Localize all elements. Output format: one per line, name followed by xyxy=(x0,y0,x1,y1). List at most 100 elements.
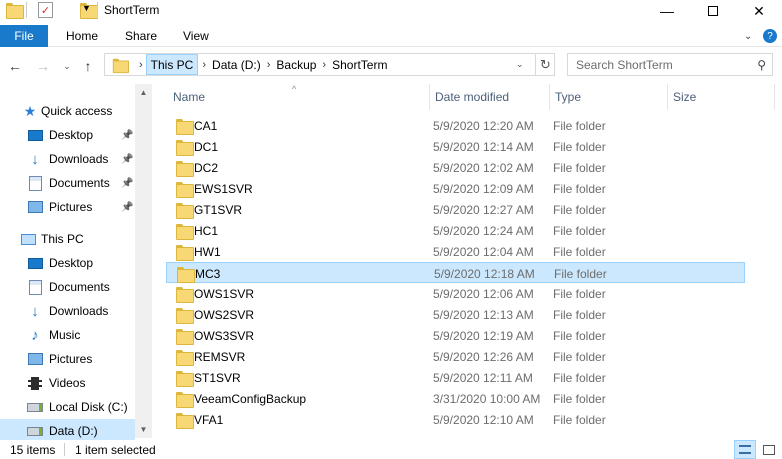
back-button[interactable]: ← xyxy=(6,57,24,75)
file-row[interactable]: HC1 5/9/2020 12:24 AM File folder xyxy=(166,220,745,241)
chevron-right-icon[interactable]: › xyxy=(263,59,275,71)
column-header-size[interactable]: Size xyxy=(667,84,774,110)
sidebar-this-pc[interactable]: This PC xyxy=(0,227,135,251)
breadcrumb-shortterm[interactable]: ShortTerm xyxy=(330,54,389,75)
file-row[interactable]: DC1 5/9/2020 12:14 AM File folder xyxy=(166,136,745,157)
file-type: File folder xyxy=(553,202,606,217)
file-date-modified: 5/9/2020 12:19 AM xyxy=(433,328,534,343)
large-icons-view-icon xyxy=(763,444,775,455)
file-row[interactable]: OWS1SVR 5/9/2020 12:06 AM File folder xyxy=(166,283,745,304)
sidebar-item-pictures[interactable]: Pictures xyxy=(0,347,135,371)
column-header-date[interactable]: Date modified xyxy=(429,84,549,110)
file-name: ST1SVR xyxy=(194,370,241,385)
pin-icon[interactable]: 📌 xyxy=(121,154,133,165)
sidebar-item-videos[interactable]: Videos xyxy=(0,371,135,395)
sidebar-scrollbar[interactable]: ▲ ▼ xyxy=(135,84,152,438)
minimize-button[interactable]: — xyxy=(644,0,690,22)
pictures-icon xyxy=(26,199,44,215)
desktop-icon xyxy=(26,255,44,271)
file-date-modified: 5/9/2020 12:26 AM xyxy=(433,349,534,364)
close-button[interactable]: ✕ xyxy=(736,0,782,22)
file-row[interactable]: REMSVR 5/9/2020 12:26 AM File folder xyxy=(166,346,745,367)
breadcrumb-data-drive[interactable]: Data (D:) xyxy=(210,54,263,75)
file-row[interactable]: CA1 5/9/2020 12:20 AM File folder xyxy=(166,115,745,136)
sidebar-label: Desktop xyxy=(49,128,94,142)
scroll-down-icon[interactable]: ▼ xyxy=(135,421,152,438)
details-view-icon xyxy=(739,445,751,454)
sidebar-item-music[interactable]: ♪ Music xyxy=(0,323,135,347)
forward-button[interactable]: → xyxy=(34,57,52,75)
breadcrumb-backup[interactable]: Backup xyxy=(274,54,318,75)
up-button[interactable]: ↑ xyxy=(79,57,97,75)
sidebar-item-documents[interactable]: Documents 📌 xyxy=(0,171,135,195)
file-type: File folder xyxy=(553,139,606,154)
folder-icon xyxy=(176,224,194,240)
large-icons-view-button[interactable] xyxy=(758,440,780,459)
sidebar-item-local-disk-c[interactable]: Local Disk (C:) xyxy=(0,395,135,419)
column-header-type[interactable]: Type xyxy=(549,84,667,110)
file-name: GT1SVR xyxy=(194,202,243,217)
sidebar-item-downloads[interactable]: ↓ Downloads xyxy=(0,299,135,323)
expand-ribbon-icon[interactable]: ⌄ xyxy=(744,25,752,47)
file-type: File folder xyxy=(553,286,606,301)
file-row[interactable]: ST1SVR 5/9/2020 12:11 AM File folder xyxy=(166,367,745,388)
chevron-right-icon[interactable]: › xyxy=(136,59,146,71)
address-bar[interactable]: › This PC › Data (D:) › Backup › ShortTe… xyxy=(104,53,555,76)
sidebar-item-pictures[interactable]: Pictures 📌 xyxy=(0,195,135,219)
file-row[interactable]: EWS1SVR 5/9/2020 12:09 AM File folder xyxy=(166,178,745,199)
chevron-down-icon[interactable]: ▼ xyxy=(82,3,91,13)
folder-icon xyxy=(176,371,194,387)
file-row[interactable]: OWS3SVR 5/9/2020 12:19 AM File folder xyxy=(166,325,745,346)
folder-icon xyxy=(176,119,194,135)
sidebar-item-downloads[interactable]: ↓ Downloads 📌 xyxy=(0,147,135,171)
file-row[interactable]: DC2 5/9/2020 12:02 AM File folder xyxy=(166,157,745,178)
folder-icon xyxy=(176,245,194,261)
file-name: HW1 xyxy=(194,244,221,259)
desktop-icon xyxy=(26,127,44,143)
sidebar-item-desktop[interactable]: Desktop 📌 xyxy=(0,123,135,147)
file-row[interactable]: GT1SVR 5/9/2020 12:27 AM File folder xyxy=(166,199,745,220)
sidebar-label: Quick access xyxy=(41,104,113,118)
music-icon: ♪ xyxy=(31,326,39,344)
file-type: File folder xyxy=(553,118,606,133)
file-name: DC1 xyxy=(194,139,219,154)
recent-locations-icon[interactable]: ⌄ xyxy=(58,57,76,75)
file-type: File folder xyxy=(554,266,607,281)
file-row[interactable]: VeeamConfigBackup 3/31/2020 10:00 AM File … xyxy=(166,388,745,409)
sidebar-quick-access[interactable]: ★ Quick access xyxy=(0,99,135,123)
folder-icon xyxy=(176,161,194,177)
tab-share[interactable]: Share xyxy=(125,25,157,47)
file-row[interactable]: HW1 5/9/2020 12:04 AM File folder xyxy=(166,241,745,262)
help-icon[interactable]: ? xyxy=(763,29,777,43)
column-header-name[interactable]: Name xyxy=(167,84,429,110)
chevron-right-icon[interactable]: › xyxy=(318,59,330,71)
address-dropdown-icon[interactable]: ⌄ xyxy=(516,59,524,70)
refresh-icon[interactable]: ↻ xyxy=(535,54,555,75)
file-row[interactable]: MC3 5/9/2020 12:18 AM File folder xyxy=(166,262,745,283)
tab-view[interactable]: View xyxy=(183,25,209,47)
tab-home[interactable]: Home xyxy=(66,25,98,47)
chevron-right-icon[interactable]: › xyxy=(198,59,210,71)
file-row[interactable]: OWS2SVR 5/9/2020 12:13 AM File folder xyxy=(166,304,745,325)
title-bar: ✓ ▼ ShortTerm — ✕ xyxy=(0,0,782,22)
maximize-button[interactable] xyxy=(690,0,736,22)
folder-icon xyxy=(177,267,195,283)
tab-file[interactable]: File xyxy=(0,25,48,47)
scroll-up-icon[interactable]: ▲ xyxy=(135,84,152,101)
pin-icon[interactable]: 📌 xyxy=(121,178,133,189)
breadcrumb-this-pc[interactable]: This PC xyxy=(145,54,199,75)
column-divider[interactable] xyxy=(774,84,775,110)
search-input[interactable]: Search ShortTerm ⚲ xyxy=(567,53,773,76)
file-row[interactable]: VFA1 5/9/2020 12:10 AM File folder xyxy=(166,409,745,430)
pin-icon[interactable]: 📌 xyxy=(121,130,133,141)
pin-icon[interactable]: 📌 xyxy=(121,202,133,213)
file-date-modified: 5/9/2020 12:11 AM xyxy=(433,370,533,385)
file-date-modified: 3/31/2020 10:00 AM xyxy=(433,391,541,406)
sidebar-item-documents[interactable]: Documents xyxy=(0,275,135,299)
details-view-button[interactable] xyxy=(734,440,756,459)
file-type: File folder xyxy=(553,244,606,259)
folder-icon xyxy=(112,58,129,73)
properties-icon[interactable]: ✓ xyxy=(38,2,53,18)
sidebar-item-desktop[interactable]: Desktop xyxy=(0,251,135,275)
file-list: ^ Name Date modified Type Size CA1 5/9/20… xyxy=(152,84,782,438)
